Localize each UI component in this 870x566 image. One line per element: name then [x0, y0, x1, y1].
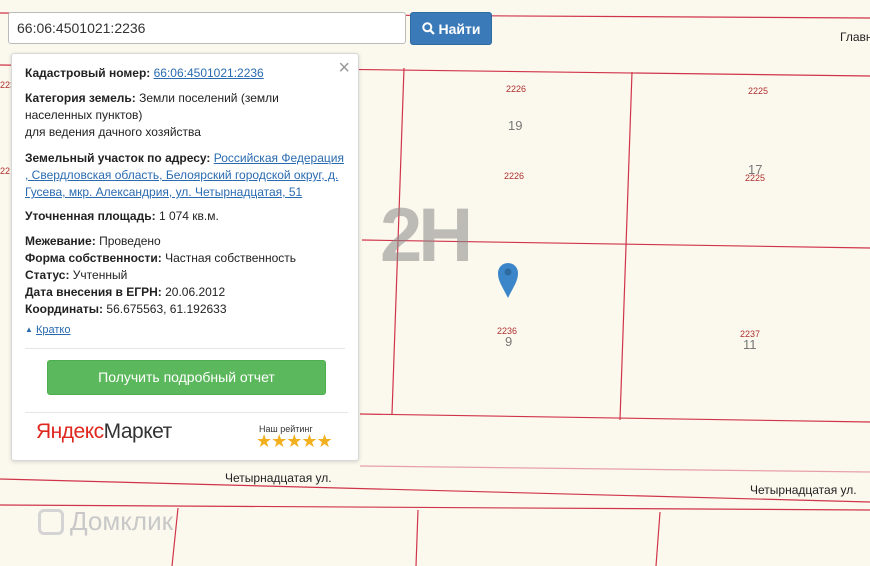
market-logo-text: Маркет	[103, 420, 173, 443]
street-label: Четырнадцатая ул.	[225, 471, 332, 485]
search-button-label: Найти	[438, 20, 481, 37]
yandex-market-logo[interactable]: ЯндексМаркет	[36, 420, 173, 443]
collapse-toggle-label: Кратко	[35, 324, 71, 336]
survey-label: Межевание:	[25, 234, 96, 248]
registration-date-value: 20.06.2012	[165, 285, 226, 299]
domclick-logo-icon	[38, 508, 64, 535]
coordinates-value: 56.675563, 61.192633	[106, 302, 227, 316]
street-label-top: Главн	[840, 30, 870, 44]
search-icon	[421, 22, 435, 35]
plot-cadastral-label: 2226	[506, 84, 527, 94]
status-row: Статус: Учтенный	[25, 267, 347, 284]
area-label: Уточненная площадь:	[25, 209, 156, 223]
survey-row: Межевание: Проведено	[25, 233, 347, 250]
status-label: Статус:	[25, 268, 70, 282]
area-row: Уточненная площадь: 1 074 кв.м.	[25, 208, 347, 225]
coordinates-label: Координаты:	[25, 302, 104, 316]
yandex-logo-text: Яндекс	[36, 420, 104, 443]
address-label: Земельный участок по адресу:	[25, 151, 211, 165]
registration-date-label: Дата внесения в ЕГРН:	[25, 285, 162, 299]
ownership-label: Форма собственности:	[25, 251, 162, 265]
get-report-button[interactable]: Получить подробный отчет	[47, 360, 326, 395]
cadastral-number-label: Кадастровый номер:	[25, 66, 151, 80]
address-link[interactable]: , Свердловская область, Белоярский город…	[25, 168, 338, 182]
address-row: Земельный участок по адресу: Российская …	[25, 150, 347, 201]
watermark-2h: 2Н	[380, 193, 473, 278]
parcel-info-popup: × Кадастровый номер: 66:06:4501021:2236 …	[11, 53, 359, 461]
survey-value: Проведено	[99, 234, 161, 248]
plot-number-label: 11	[743, 337, 757, 352]
domclick-label: Домклик	[70, 506, 173, 536]
address-link[interactable]: Гусева, мкр. Александрия, ул. Четырнадца…	[25, 185, 302, 199]
address-link[interactable]: Российская Федерация	[214, 151, 344, 165]
area-value: 1 074 кв.м.	[158, 209, 219, 223]
plot-number-label: 9	[505, 334, 513, 349]
land-category-value: населенных пунктов)	[25, 108, 143, 122]
street-label: Четырнадцатая ул.	[750, 483, 857, 497]
plot-number-label: 19	[508, 118, 523, 133]
divider	[25, 412, 348, 413]
plot-cadastral-label: 2225	[745, 173, 766, 183]
rating-stars-icon: ★★★★★	[256, 431, 333, 451]
divider	[25, 348, 345, 349]
collapse-toggle[interactable]: ▲ Кратко	[25, 321, 70, 339]
watermark-domclick: Домклик	[38, 506, 173, 537]
land-category-row: Категория земель: Земли поселений (земли…	[25, 90, 347, 141]
plot-cadastral-label: 2225	[748, 86, 769, 96]
map-marker-icon[interactable]	[498, 263, 518, 298]
ownership-row: Форма собственности: Частная собственнос…	[25, 250, 347, 267]
cadastral-number-row: Кадастровый номер: 66:06:4501021:2236	[25, 65, 347, 82]
search-button[interactable]: Найти	[410, 12, 492, 45]
get-report-button-label: Получить подробный отчет	[98, 369, 275, 385]
plot-cadastral-label: 2226	[504, 171, 525, 181]
land-category-label: Категория земель:	[25, 91, 136, 105]
land-category-value: Земли поселений (земли	[139, 91, 279, 105]
status-value: Учтенный	[72, 268, 128, 282]
plot-cadastral-label: 22	[0, 166, 11, 176]
registration-date-row: Дата внесения в ЕГРН: 20.06.2012	[25, 284, 347, 301]
cadastral-number-link[interactable]: 66:06:4501021:2236	[154, 66, 264, 80]
land-category-value: для ведения дачного хозяйства	[25, 125, 201, 139]
search-input[interactable]: 66:06:4501021:2236	[8, 12, 406, 44]
coordinates-row: Координаты: 56.675563, 61.192633	[25, 301, 347, 318]
ownership-value: Частная собственность	[165, 251, 297, 265]
caret-up-icon: ▲	[25, 325, 33, 334]
